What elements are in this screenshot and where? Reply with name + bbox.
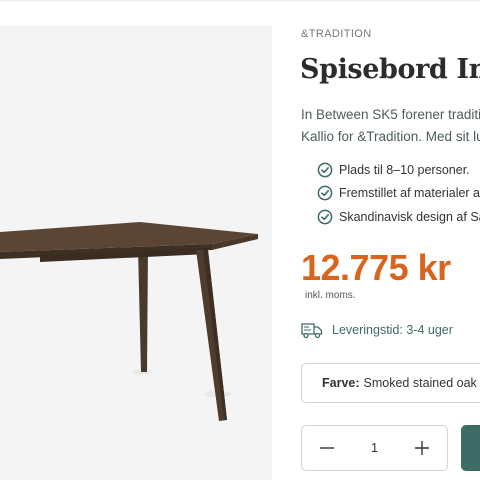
color-selector-label: Farve:: [322, 376, 360, 390]
vat-note: inkl. moms.: [305, 290, 356, 301]
delivery-truck-icon: [301, 323, 323, 339]
product-description: In Between SK5 forener traditionelt hånd…: [301, 104, 480, 148]
feature-item: Skandinavisk design af Sami Kallio: [317, 205, 480, 229]
description-line: In Between SK5 forener traditionelt hånd…: [301, 107, 480, 122]
add-to-cart-button[interactable]: [461, 425, 480, 471]
check-circle-icon: [317, 209, 333, 225]
minus-icon: [320, 447, 334, 449]
description-line: Kallio for &Tradition. Med sit luftige u…: [301, 129, 480, 144]
product-info: &TRADITION Spisebord In Between SK5 In B…: [301, 0, 480, 480]
feature-item: Fremstillet af materialer af høj kvalite…: [317, 182, 480, 206]
increase-quantity-button[interactable]: [399, 426, 445, 470]
check-circle-icon: [317, 185, 333, 201]
color-selector-value: Smoked stained oak: [363, 376, 477, 390]
delivery-label: Leveringstid: 3-4 uger: [332, 323, 453, 337]
feature-label: Fremstillet af materialer af høj kvalite…: [339, 186, 480, 201]
product-price: 12.775 kr: [301, 247, 451, 288]
delivery-info: Leveringstid: 3-4 uger: [301, 321, 453, 339]
check-circle-icon: [317, 162, 333, 178]
feature-item: Plads til 8–10 personer.: [317, 158, 480, 182]
decrease-quantity-button[interactable]: [304, 426, 350, 470]
product-image[interactable]: [0, 26, 272, 480]
feature-label: Plads til 8–10 personer.: [339, 162, 470, 177]
feature-label: Skandinavisk design af Sami Kallio: [339, 209, 480, 224]
plus-icon: [415, 441, 429, 455]
product-title: Spisebord In Between SK5: [301, 54, 480, 85]
feature-list: Plads til 8–10 personer. Fremstillet af …: [317, 158, 480, 229]
color-selector[interactable]: Farve: Smoked stained oak: [301, 363, 480, 403]
quantity-input[interactable]: 1: [348, 426, 401, 470]
table-illustration: [0, 222, 258, 421]
brand-link[interactable]: &TRADITION: [301, 28, 372, 40]
quantity-stepper: 1: [301, 425, 448, 471]
